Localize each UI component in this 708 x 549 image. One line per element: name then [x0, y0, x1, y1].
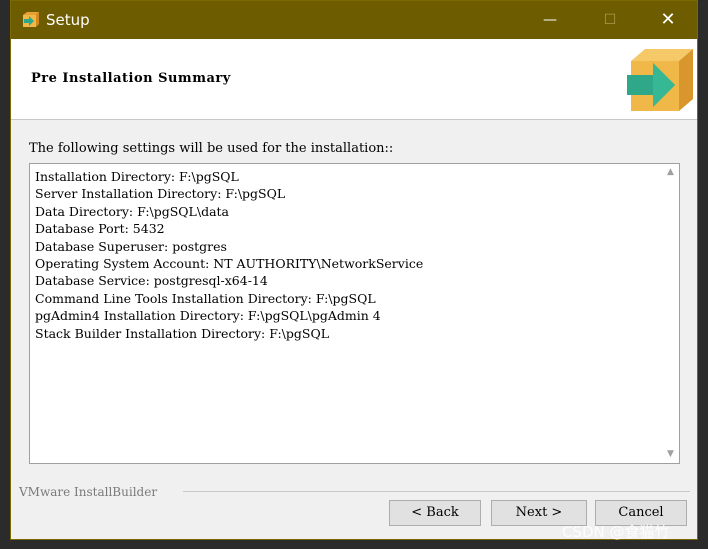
summary-line: Database Port: 5432: [35, 221, 165, 237]
watermark: CSDN @食猫竹: [562, 523, 670, 541]
setup-box-icon: [23, 12, 39, 27]
summary-list: Installation Directory: F:\pgSQL Server …: [35, 168, 423, 342]
summary-line: Database Service: postgresql-x64-14: [35, 273, 268, 289]
summary-line: Operating System Account: NT AUTHORITY\N…: [35, 256, 424, 272]
scroll-down-icon[interactable]: ▼: [662, 446, 679, 463]
scroll-up-icon[interactable]: ▲: [662, 164, 679, 181]
summary-line: Server Installation Directory: F:\pgSQL: [35, 186, 286, 202]
title-bar[interactable]: Setup — ☐ ✕: [11, 1, 697, 39]
setup-window: Setup — ☐ ✕ Pre Installation Summary The…: [10, 0, 698, 540]
minimize-button[interactable]: —: [527, 1, 573, 39]
close-button[interactable]: ✕: [645, 1, 691, 39]
summary-line: Stack Builder Installation Directory: F:…: [35, 325, 329, 341]
maximize-button[interactable]: ☐: [587, 1, 633, 39]
footer-divider: [183, 491, 690, 492]
summary-line: Command Line Tools Installation Director…: [35, 290, 376, 306]
page-header: Pre Installation Summary: [11, 39, 697, 120]
box-arrow-icon: [627, 49, 693, 111]
vertical-scrollbar[interactable]: ▲ ▼: [662, 164, 679, 463]
summary-line: Database Superuser: postgres: [35, 238, 227, 254]
intro-text: The following settings will be used for …: [29, 141, 394, 156]
page-title: Pre Installation Summary: [31, 71, 231, 86]
window-title: Setup: [46, 11, 90, 29]
back-button[interactable]: < Back: [389, 500, 481, 526]
summary-textbox[interactable]: Installation Directory: F:\pgSQL Server …: [29, 163, 680, 464]
summary-line: Data Directory: F:\pgSQL\data: [35, 203, 229, 219]
summary-line: Installation Directory: F:\pgSQL: [35, 169, 239, 184]
summary-line: pgAdmin4 Installation Directory: F:\pgSQ…: [35, 308, 381, 324]
brand-label: VMware InstallBuilder: [19, 485, 158, 499]
